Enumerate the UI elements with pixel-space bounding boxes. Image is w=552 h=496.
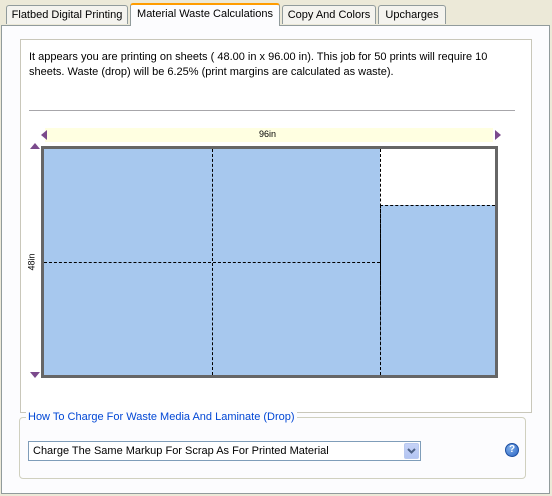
tab-upcharges[interactable]: Upcharges [378,5,446,24]
print-piece [44,262,212,375]
divider [29,110,515,111]
print-piece [380,205,495,375]
waste-charge-legend: How To Charge For Waste Media And Lamina… [26,410,297,424]
left-arrow-icon [41,130,47,140]
print-piece [212,149,380,262]
down-arrow-icon [30,372,40,378]
chevron-down-icon [407,448,416,454]
tab-material-waste-calculations[interactable]: Material Waste Calculations [130,3,280,26]
waste-summary-line-2: sheets. Waste (drop) will be 6.25% (prin… [29,66,394,78]
tab-strip: Flatbed Digital Printing Material Waste … [0,0,552,26]
print-piece [212,262,380,375]
waste-charge-select[interactable]: Charge The Same Markup For Scrap As For … [28,441,421,461]
print-piece [44,149,212,262]
height-label: 48in [26,253,37,271]
tab-copy-and-colors[interactable]: Copy And Colors [282,5,376,24]
tab-flatbed-digital-printing[interactable]: Flatbed Digital Printing [6,5,128,24]
cut-line [380,149,381,375]
waste-summary-line-1: It appears you are printing on sheets ( … [29,51,488,63]
sheet-layout-diagram [41,146,498,378]
cut-line [44,262,380,263]
right-arrow-icon [495,130,501,140]
waste-info-box: It appears you are printing on sheets ( … [20,39,532,413]
waste-summary-text: It appears you are printing on sheets ( … [29,50,519,80]
waste-charge-group: How To Charge For Waste Media And Lamina… [19,410,526,479]
width-label: 96in [259,129,277,139]
dropdown-button[interactable] [404,443,419,459]
waste-charge-selected-value: Charge The Same Markup For Scrap As For … [33,445,329,457]
up-arrow-icon [30,143,40,149]
help-icon[interactable]: ? [505,443,519,457]
material-waste-panel: It appears you are printing on sheets ( … [1,25,550,494]
